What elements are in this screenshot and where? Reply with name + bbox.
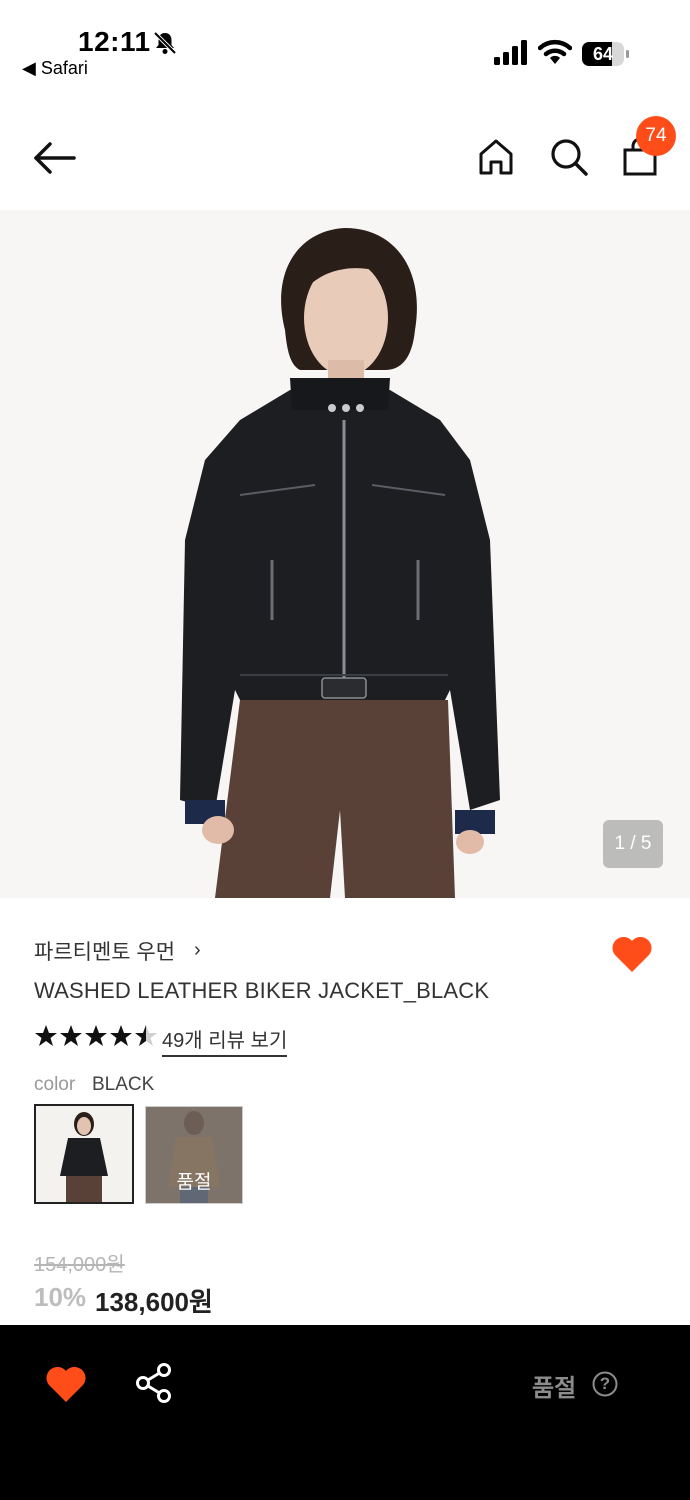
discount-rate: 10% <box>34 1282 87 1312</box>
share-icon[interactable] <box>134 1362 174 1404</box>
cart-count-badge: 74 <box>636 116 676 156</box>
back-to-safari[interactable]: ◀ Safari <box>22 58 88 79</box>
color-label: color <box>34 1074 76 1095</box>
home-icon[interactable] <box>476 136 516 178</box>
product-title: WASHED LEATHER BIKER JACKET_BLACK <box>34 978 490 1003</box>
arrow-left-icon[interactable] <box>30 138 78 178</box>
status-time: 12:11 <box>78 26 151 57</box>
search-icon[interactable] <box>548 136 590 178</box>
signal-icon <box>494 40 527 65</box>
rating-stars <box>34 1024 158 1050</box>
heart-icon[interactable] <box>44 1364 88 1404</box>
review-link[interactable]: 49개 리뷰 보기 <box>162 1024 288 1057</box>
soldout-label: 품절 <box>176 1172 212 1193</box>
star-icon <box>85 1025 107 1046</box>
wifi-icon <box>538 39 572 64</box>
star-icon <box>110 1025 132 1046</box>
color-value: BLACK <box>92 1074 155 1095</box>
wishlist-heart-icon[interactable] <box>610 934 654 974</box>
soldout-status: 품절 <box>532 1375 577 1402</box>
model-illustration <box>180 228 500 898</box>
star-icon <box>60 1025 82 1046</box>
sale-price: 138,600원 <box>95 1287 213 1317</box>
chevron-right-icon[interactable]: › <box>194 939 201 962</box>
help-symbol: ? <box>599 1374 611 1393</box>
image-counter: 1 / 5 <box>603 820 663 868</box>
battery-level: 64 <box>592 44 614 64</box>
bottom-action-bar <box>0 1325 690 1500</box>
color-swatch-black[interactable] <box>34 1104 134 1204</box>
star-icon <box>35 1025 57 1046</box>
bell-off-icon <box>153 31 177 55</box>
color-swatch-soldout[interactable]: 품절 <box>145 1106 243 1204</box>
help-circle-icon[interactable]: ? <box>592 1371 618 1397</box>
original-price: 154,000원 <box>34 1254 125 1276</box>
brand-link[interactable]: 파르티멘토 우먼 <box>34 936 175 966</box>
swatch-thumbnail <box>60 1112 108 1202</box>
product-image[interactable] <box>0 210 690 898</box>
half-star-icon <box>135 1025 157 1046</box>
battery-icon: 64 <box>582 42 630 66</box>
